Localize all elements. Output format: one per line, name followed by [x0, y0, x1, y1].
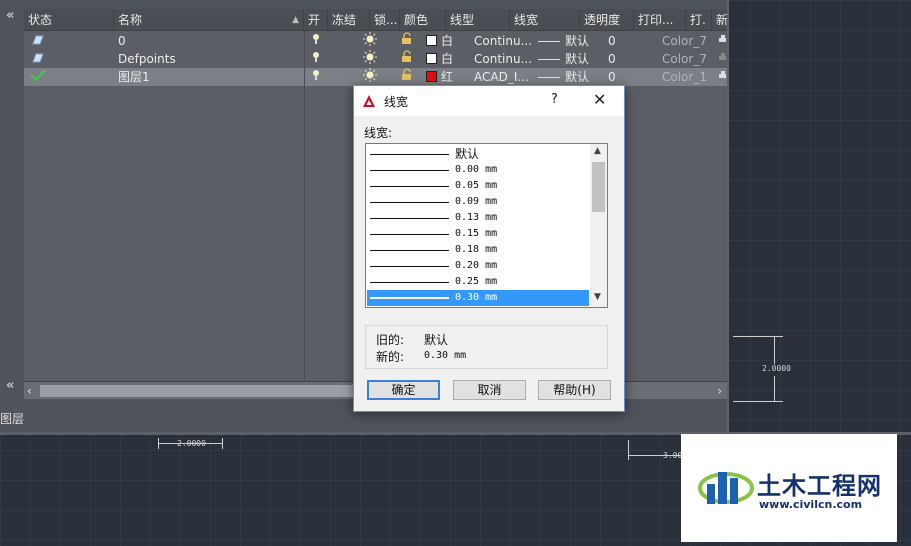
col-status[interactable]: 状态 — [24, 9, 114, 31]
close-icon[interactable]: ✕ — [593, 90, 606, 109]
layer-transparency[interactable]: 0 — [604, 32, 644, 50]
col-new-vp-freeze[interactable]: 新 — [712, 9, 727, 31]
lineweight-option-selected[interactable]: 0.30 mm — [367, 290, 589, 306]
current-check-icon — [26, 68, 46, 86]
ok-button[interactable]: 确定 — [367, 380, 440, 400]
collapse-bottom-icon[interactable]: « — [6, 378, 14, 393]
layer-icon — [26, 32, 46, 50]
lineweight-dialog: 线宽 ? ✕ 线宽: 默认 0.00 mm 0.05 mm 0.09 mm 0.… — [353, 85, 625, 412]
watermark-logo: 土木工程网 www.civilcn.com — [681, 434, 897, 542]
help-button[interactable]: 帮助(H) — [538, 380, 611, 400]
col-linetype[interactable]: 线型 — [446, 9, 510, 31]
lineweight-preview — [538, 41, 560, 42]
layer-name[interactable]: Defpoints — [114, 50, 304, 68]
palette-side-strip: « « — [0, 0, 22, 400]
layer-transparency[interactable]: 0 — [604, 68, 644, 86]
listbox-scroll-thumb[interactable] — [592, 162, 605, 212]
lineweight-option[interactable]: 0.13 mm — [367, 210, 589, 226]
new-lineweight: 新的: 0.30 mm — [376, 350, 467, 364]
autocad-logo-icon — [363, 95, 375, 107]
layer-transparency[interactable]: 0 — [604, 50, 644, 68]
chevron-up-icon[interactable]: ▲ — [594, 146, 601, 156]
chevron-down-icon[interactable]: ▼ — [594, 292, 601, 302]
lineweight-option[interactable]: 0.09 mm — [367, 194, 589, 210]
layer-plot-style[interactable]: Color_7 — [658, 50, 712, 68]
col-plot-style[interactable]: 打印... — [634, 9, 686, 31]
color-swatch — [426, 35, 437, 46]
sun-thaw-icon[interactable] — [358, 68, 378, 86]
lineweight-option[interactable]: 默认 — [367, 146, 589, 162]
printer-disabled-icon[interactable] — [714, 50, 726, 68]
layer-icon — [26, 50, 46, 68]
column-divider — [304, 31, 305, 381]
sort-asc-icon: ▲ — [292, 15, 299, 25]
layer-grid-header: 状态 名称 ▲ 开 冻结 锁... 颜色 线型 线宽 透明度 打印... 打. 新 — [24, 9, 727, 31]
civil-logo-icon — [698, 472, 754, 504]
scroll-right-icon[interactable]: › — [717, 382, 722, 400]
layer-name[interactable]: 图层1 — [114, 68, 304, 86]
layer-plot-style[interactable]: Color_7 — [658, 32, 712, 50]
col-color[interactable]: 颜色 — [400, 9, 446, 31]
col-lineweight[interactable]: 线宽 — [510, 9, 580, 31]
lineweight-preview — [538, 77, 560, 78]
lineweight-preview — [538, 59, 560, 60]
palette-title: 图层 — [0, 412, 25, 426]
unlock-icon[interactable] — [396, 32, 416, 50]
lineweight-info: 旧的: 默认 新的: 0.30 mm — [365, 325, 608, 369]
watermark-url: www.civilcn.com — [759, 498, 863, 511]
col-plot[interactable]: 打. — [686, 9, 712, 31]
layer-linetype[interactable]: Continu... — [470, 50, 534, 68]
col-transparency[interactable]: 透明度 — [580, 9, 634, 31]
printer-icon[interactable] — [714, 32, 726, 50]
layer-row-current[interactable]: 图层1 红 ACAD_I... 默认 0 Color_1 ▪ — [24, 68, 727, 86]
watermark-text: 土木工程网 — [757, 472, 882, 500]
lineweight-option[interactable]: 0.25 mm — [367, 274, 589, 290]
lineweight-option[interactable]: 0.05 mm — [367, 178, 589, 194]
col-name[interactable]: 名称 ▲ — [114, 9, 304, 31]
layer-linetype[interactable]: Continu... — [470, 32, 534, 50]
color-swatch — [426, 71, 437, 82]
lineweight-option[interactable]: 0.00 mm — [367, 162, 589, 178]
cancel-button[interactable]: 取消 — [453, 380, 526, 400]
help-icon[interactable]: ? — [551, 92, 558, 107]
color-swatch — [426, 53, 437, 64]
printer-icon[interactable] — [714, 68, 726, 86]
bulb-on-icon[interactable] — [308, 50, 326, 68]
bulb-on-icon[interactable] — [308, 68, 326, 86]
layer-row[interactable]: 0 白 Continu... 默认 0 Color_7 ▪ — [24, 32, 727, 50]
collapse-top-icon[interactable]: « — [6, 8, 14, 23]
layer-name[interactable]: 0 — [114, 32, 304, 50]
scroll-left-icon[interactable]: ‹ — [27, 382, 32, 400]
col-lock[interactable]: 锁... — [370, 9, 400, 31]
lineweight-list-label: 线宽: — [364, 126, 393, 140]
sun-thaw-icon[interactable] — [358, 50, 378, 68]
bulb-on-icon[interactable] — [308, 32, 326, 50]
dialog-titlebar[interactable]: 线宽 ? ✕ — [354, 86, 624, 116]
listbox-scrollbar[interactable]: ▲ ▼ — [590, 144, 607, 307]
layer-linetype[interactable]: ACAD_I... — [470, 68, 534, 86]
unlock-icon[interactable] — [396, 50, 416, 68]
col-freeze[interactable]: 冻结 — [328, 9, 370, 31]
layer-plot-style[interactable]: Color_1 — [658, 68, 712, 86]
col-on[interactable]: 开 — [304, 9, 328, 31]
dialog-title: 线宽 — [384, 95, 409, 109]
layer-lineweight[interactable]: 默认 — [534, 32, 604, 50]
layer-lineweight[interactable]: 默认 — [534, 68, 604, 86]
lineweight-option[interactable]: 0.15 mm — [367, 226, 589, 242]
old-lineweight: 旧的: 默认 — [376, 333, 449, 347]
layer-row[interactable]: Defpoints 白 Continu... 默认 0 Color_7 ▪ — [24, 50, 727, 68]
layer-lineweight[interactable]: 默认 — [534, 50, 604, 68]
lineweight-option[interactable]: 0.18 mm — [367, 242, 589, 258]
unlock-icon[interactable] — [396, 68, 416, 86]
lineweight-listbox[interactable]: 默认 0.00 mm 0.05 mm 0.09 mm 0.13 mm 0.15 … — [365, 143, 608, 308]
sun-thaw-icon[interactable] — [358, 32, 378, 50]
lineweight-option[interactable]: 0.20 mm — [367, 258, 589, 274]
